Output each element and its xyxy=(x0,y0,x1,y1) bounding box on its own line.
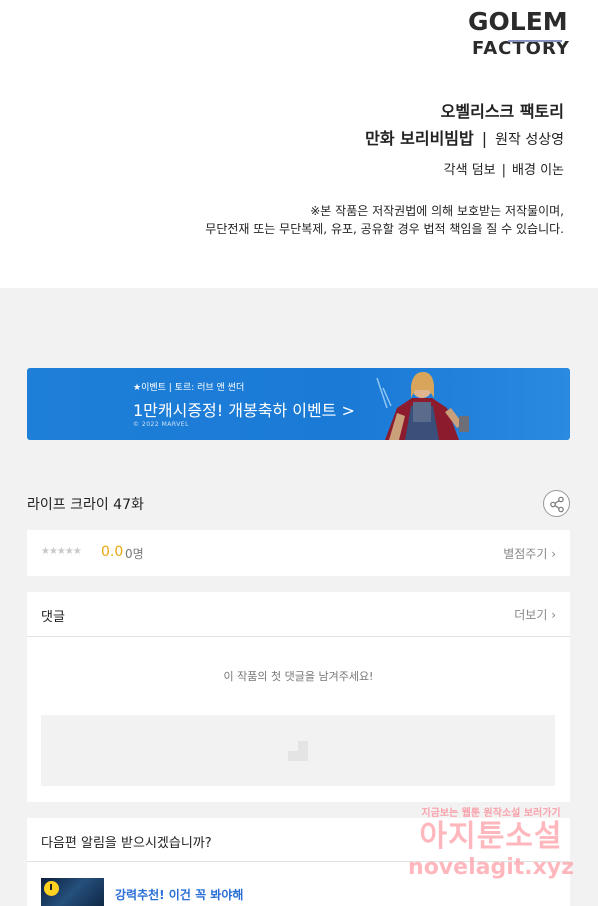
rate-button[interactable]: 별점주기 › xyxy=(503,545,556,562)
share-icon xyxy=(550,496,564,513)
credit-separator: | xyxy=(481,129,488,148)
comment-input-area[interactable] xyxy=(41,715,555,786)
author-credit-line: 만화 보리비빔밥 | 원작 성상영 xyxy=(365,125,564,149)
comments-more-link[interactable]: 더보기 › xyxy=(514,606,556,623)
comments-title: 댓글 xyxy=(41,610,65,625)
comments-card: 댓글 더보기 › 이 작품의 첫 댓글을 남겨주세요! xyxy=(27,592,570,802)
watermark-line2: 아지툰소설 xyxy=(419,819,563,854)
rating-count: 0명 xyxy=(125,547,144,561)
golem-factory-logo: GOLEM FACTORY xyxy=(468,6,569,66)
clock-icon xyxy=(44,881,59,896)
credits-section: GOLEM FACTORY 오벨리스크 팩토리 만화 보리비빔밥 | 원작 성상영 … xyxy=(0,0,598,288)
rating-stars: ★★★★★ xyxy=(41,546,82,557)
comic-credit: 만화 보리비빔밥 xyxy=(365,129,474,148)
credit-separator: | xyxy=(501,163,507,178)
notice-line2: 무단전재 또는 무단복제, 유포, 공유할 경우 법적 책임을 질 수 있습니다… xyxy=(205,222,564,236)
logo-underline xyxy=(508,40,562,42)
watermark: 지금보는 웹툰 원작소설 보러가기 아지툰소설 novelagit.xyz xyxy=(406,804,576,890)
comments-empty-message: 이 작품의 첫 댓글을 남겨주세요! xyxy=(223,670,374,683)
rating-card: ★★★★★ 0.0 0명 별점주기 › xyxy=(27,530,570,576)
copyright-notice: ※본 작품은 저작권법에 의해 보호받는 저작물이며, 무단전재 또는 무단복제… xyxy=(205,202,564,238)
placeholder-icon-notch xyxy=(288,741,298,751)
studio-credit: 오벨리스크 팩토리 xyxy=(440,102,564,121)
logo-line1: GOLEM xyxy=(468,7,568,36)
original-credit: 원작 성상영 xyxy=(495,132,564,148)
comments-header: 댓글 더보기 › xyxy=(27,592,570,637)
banner-tag: ★이벤트 | 토르: 러브 앤 썬더 xyxy=(133,383,245,393)
background-credit: 배경 이논 xyxy=(512,163,564,178)
rating-score: 0.0 xyxy=(101,544,124,560)
recommend-link[interactable]: 강력추천! 이건 꼭 봐야해 xyxy=(115,886,243,903)
notify-question: 다음편 알림을 받으시겠습니까? xyxy=(41,836,212,851)
banner-headline: 1만캐시증정! 개봉축하 이벤트 > xyxy=(133,401,355,420)
notice-line1: ※본 작품은 저작권법에 의해 보호받는 저작물이며, xyxy=(310,204,564,218)
thor-hero-image xyxy=(376,372,469,440)
banner-copyright: © 2022 MARVEL xyxy=(133,421,189,428)
watermark-line3: novelagit.xyz xyxy=(408,855,574,880)
adaptation-credit: 각색 덤보 xyxy=(443,163,496,178)
episode-title: 라이프 크라이 47화 xyxy=(27,497,144,513)
share-button[interactable] xyxy=(543,490,570,517)
event-banner[interactable]: ★이벤트 | 토르: 러브 앤 썬더 1만캐시증정! 개봉축하 이벤트 > © … xyxy=(27,368,570,440)
episode-header: 라이프 크라이 47화 xyxy=(27,488,570,518)
recommend-thumbnail[interactable] xyxy=(41,878,104,906)
staff-credit-line: 각색 덤보 | 배경 이논 xyxy=(444,159,564,178)
watermark-line1: 지금보는 웹툰 원작소설 보러가기 xyxy=(421,808,561,819)
